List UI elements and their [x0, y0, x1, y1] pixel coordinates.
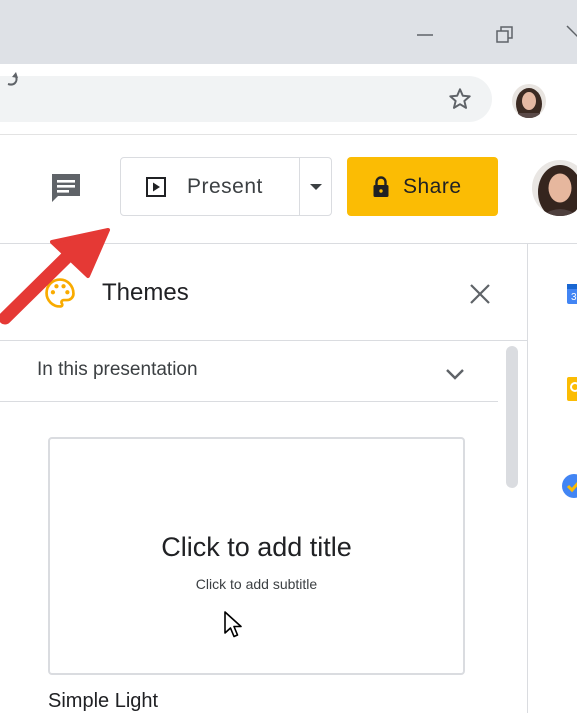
thumbnail-subtitle-text: Click to add subtitle — [195, 576, 318, 592]
mouse-pointer-icon — [223, 610, 245, 640]
play-icon — [145, 176, 167, 198]
comment-icon[interactable] — [48, 170, 86, 206]
minimize-icon[interactable] — [414, 24, 436, 46]
browser-titlebar — [0, 0, 577, 64]
svg-text:3: 3 — [571, 292, 577, 303]
calendar-icon[interactable]: 3 — [565, 282, 577, 306]
caret-down-icon — [309, 183, 322, 190]
present-options-button[interactable] — [300, 158, 331, 215]
tasks-icon[interactable] — [560, 472, 577, 500]
close-icon[interactable] — [468, 282, 492, 306]
account-avatar[interactable] — [532, 160, 577, 216]
chevron-down-icon[interactable] — [443, 364, 467, 384]
restore-icon[interactable] — [494, 24, 516, 46]
browser-profile-avatar[interactable] — [512, 84, 546, 118]
address-bar[interactable] — [0, 76, 492, 122]
section-divider — [0, 401, 498, 402]
keep-icon[interactable] — [565, 375, 577, 403]
window-close-icon[interactable] — [565, 22, 577, 46]
panel-border — [527, 244, 528, 713]
present-label: Present — [187, 174, 263, 198]
panel-scrollbar[interactable] — [506, 346, 518, 488]
present-button[interactable]: Present — [121, 158, 299, 215]
theme-source-dropdown-label[interactable]: In this presentation — [37, 359, 198, 381]
share-button[interactable]: Share — [347, 157, 498, 216]
present-button-group: Present — [120, 157, 332, 216]
panel-divider — [0, 340, 527, 341]
share-label: Share — [403, 174, 462, 198]
annotation-arrow — [0, 220, 120, 330]
theme-name-label: Simple Light — [48, 690, 159, 712]
thumbnail-title-text: Click to add title — [161, 532, 352, 562]
reload-icon[interactable] — [6, 70, 22, 92]
star-icon[interactable] — [447, 86, 473, 112]
theme-thumbnail-simple-light[interactable]: Click to add title Click to add subtitle — [48, 437, 465, 675]
lock-icon — [372, 175, 390, 198]
